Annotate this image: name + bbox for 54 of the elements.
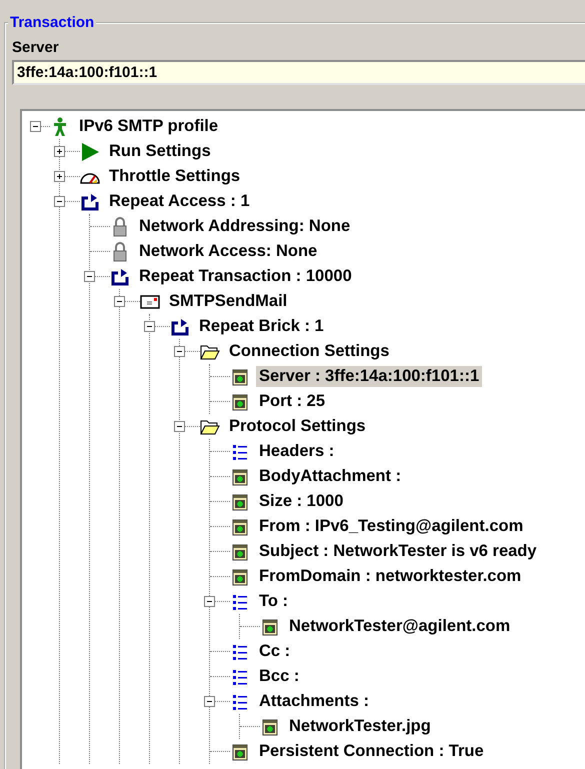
form-icon: [260, 616, 280, 636]
collapse-toggle[interactable]: [30, 121, 41, 132]
tree-item[interactable]: Throttle Settings: [106, 166, 244, 187]
tree-item[interactable]: Subject : NetworkTester is v6 ready: [256, 541, 540, 562]
repeat-icon: [170, 316, 190, 336]
tree-item[interactable]: Run Settings: [106, 141, 214, 162]
form-icon: [230, 366, 250, 386]
form-icon: [230, 566, 250, 586]
tree-item[interactable]: Network Addressing: None: [136, 216, 354, 237]
tree-item[interactable]: Bcc :: [256, 666, 302, 687]
expand-toggle[interactable]: [54, 171, 65, 182]
form-icon: [230, 466, 250, 486]
tree-item[interactable]: NetworkTester.jpg: [286, 716, 434, 737]
server-field[interactable]: 3ffe:14a:100:f101::1: [12, 60, 585, 85]
collapse-toggle[interactable]: [174, 346, 185, 357]
collapse-toggle[interactable]: [204, 596, 215, 607]
repeat-icon: [80, 192, 100, 212]
tree-item[interactable]: Repeat Access : 1: [106, 191, 253, 212]
tree-item[interactable]: Server : 3ffe:14a:100:f101::1: [256, 366, 482, 387]
form-icon: [260, 716, 280, 736]
tree-item[interactable]: FromDomain : networktester.com: [256, 566, 524, 587]
tree-item[interactable]: Repeat Brick : 1: [196, 316, 327, 337]
collapse-toggle[interactable]: [114, 296, 125, 307]
expand-toggle[interactable]: [54, 146, 65, 157]
form-icon: [230, 516, 250, 536]
form-icon: [230, 492, 250, 512]
tree-item[interactable]: Connection Settings: [226, 341, 392, 362]
tree-item[interactable]: Port : 25: [256, 391, 328, 412]
field-label: Server: [12, 39, 60, 56]
tree-item[interactable]: Attachments :: [256, 691, 372, 712]
tree-item[interactable]: Network Access: None: [136, 241, 320, 262]
tree-item[interactable]: Cc :: [256, 641, 294, 662]
tree-item[interactable]: NetworkTester@agilent.com: [286, 616, 514, 637]
tree-item[interactable]: SMTPSendMail: [166, 291, 290, 312]
play-icon: [80, 142, 100, 162]
tree-item[interactable]: Size : 1000: [256, 491, 346, 512]
collapse-toggle[interactable]: [84, 271, 95, 282]
form-icon: [230, 392, 250, 412]
tree-item[interactable]: Repeat Transaction : 10000: [136, 266, 355, 287]
collapse-toggle[interactable]: [144, 321, 155, 332]
collapse-toggle[interactable]: [204, 696, 215, 707]
tree-item[interactable]: To :: [256, 591, 292, 612]
form-icon: [230, 742, 250, 762]
form-icon: [230, 542, 250, 562]
tree-item[interactable]: IPv6 SMTP profile: [76, 116, 222, 137]
repeat-icon: [110, 266, 130, 286]
group-title: Transaction: [9, 14, 96, 31]
tree-item[interactable]: Persistent Connection : True: [256, 741, 487, 762]
collapse-toggle[interactable]: [174, 421, 185, 432]
tree-item[interactable]: BodyAttachment :: [256, 466, 404, 487]
tree-item[interactable]: Protocol Settings: [226, 416, 369, 437]
tree-item[interactable]: Headers :: [256, 441, 338, 462]
tree-item[interactable]: From : IPv6_Testing@agilent.com: [256, 516, 526, 537]
collapse-toggle[interactable]: [54, 196, 65, 207]
